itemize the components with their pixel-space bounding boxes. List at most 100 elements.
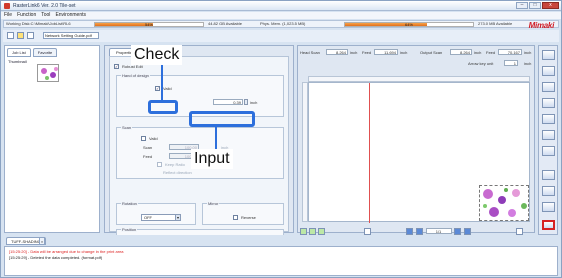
tool-layout-icon[interactable] [542, 98, 555, 108]
feed-size-label: Feed [362, 50, 372, 55]
arrow-key-label: Arrow key unit [468, 61, 494, 66]
scan-label: Scan [143, 145, 153, 150]
rotation-group-title: Rotation [121, 201, 138, 206]
vertical-toolbar [538, 45, 558, 235]
job-select[interactable]: Network Setting Guide.pdf [43, 32, 99, 39]
print-area-edge [369, 83, 370, 223]
minimize-button[interactable]: – [516, 2, 528, 9]
title-bar: RasterLink6 Ver. 2.0 Tile-set – □ x [1, 1, 561, 11]
check-connector [161, 65, 163, 101]
log-line: [15:25:29] - Deleted the data completed.… [9, 255, 103, 260]
fit-page-icon[interactable] [516, 228, 523, 235]
cursor-icon[interactable] [364, 228, 371, 235]
robust-edit-checkbox[interactable]: ✓ [114, 64, 119, 69]
preview-canvas[interactable] [308, 82, 530, 223]
menu-tool[interactable]: Tool [41, 12, 50, 19]
feed-size-unit: inch [400, 50, 408, 55]
arrow-key-value[interactable]: 1 [504, 60, 518, 66]
disk-progress-text: 54% [144, 22, 153, 27]
app-icon [4, 3, 10, 9]
menu-file[interactable]: File [4, 12, 12, 19]
preview-panel: Head Scan 8.264 inch Feed 11.694 inch Ou… [297, 45, 535, 235]
output-scan-value: 8.264 [450, 49, 472, 55]
tab-favorite[interactable]: Favorite [32, 48, 58, 57]
tool-rip-icon[interactable] [542, 170, 555, 180]
job-list-panel: Job List Favorite Thumbnail [4, 45, 100, 233]
width-stepper[interactable] [244, 99, 248, 105]
check-highlight [148, 100, 178, 114]
width-input[interactable]: 0.39 [213, 99, 243, 105]
floral-thumbnail-image [41, 67, 58, 80]
output-feed-value: 70.167 [498, 49, 522, 55]
thumbnail-label: Thumbnail [8, 59, 27, 64]
scan-valid-label: Valid [149, 136, 158, 141]
maximize-button[interactable]: □ [529, 2, 541, 9]
tool-delete-icon[interactable] [542, 220, 555, 230]
printer-tab-close-icon[interactable]: × [39, 237, 45, 245]
output-feed-unit: inch [524, 50, 532, 55]
output-scan-unit: inch [474, 50, 482, 55]
chevron-down-icon: ▾ [175, 215, 180, 220]
memory-available-label: 273.0 MB Available [478, 21, 513, 26]
reverse-checkbox[interactable] [233, 215, 238, 220]
printer-icon[interactable] [27, 32, 34, 39]
scan-group-title: Scan [121, 125, 133, 130]
menu-bar: File Function Tool Environments [1, 12, 561, 19]
output-feed-label: Feed [486, 50, 496, 55]
rotation-dropdown[interactable]: OFF ▾ [141, 214, 181, 221]
memory-progress-text: 64% [404, 22, 413, 27]
memory-progress-bar: 64% [344, 22, 474, 27]
input-highlight [189, 111, 255, 127]
tool-properties-icon[interactable] [542, 50, 555, 60]
app-window: RasterLink6 Ver. 2.0 Tile-set – □ x File… [0, 0, 562, 278]
zoom-out-icon[interactable] [309, 228, 316, 235]
status-strip: Working Disk:C:\Mimaki\JobList\RL6 54% 4… [3, 20, 559, 30]
rotation-value: OFF [144, 215, 152, 220]
disk-available-label: 44.82 GB Available [208, 21, 242, 26]
tool-scale-icon[interactable] [542, 82, 555, 92]
tab-job-list[interactable]: Job List [7, 48, 31, 57]
input-connector [215, 127, 217, 151]
zoom-in-icon[interactable] [300, 228, 307, 235]
first-page-icon[interactable] [406, 228, 413, 235]
zoom-controls [300, 228, 334, 235]
arrow-key-unit: inch [524, 61, 532, 66]
tool-list-icon[interactable] [542, 66, 555, 76]
back-icon[interactable] [7, 32, 14, 39]
feed-size-value: 11.694 [374, 49, 398, 55]
prev-page-icon[interactable] [416, 228, 423, 235]
job-thumbnail[interactable] [37, 64, 59, 82]
menu-function[interactable]: Function [17, 12, 36, 19]
keep-ratio-label: Keep Ratio [165, 162, 185, 167]
tool-print-icon[interactable] [542, 146, 555, 156]
input-callout-label: Input [191, 149, 233, 169]
floral-pattern-image [483, 188, 527, 217]
size-row: Head Scan 8.264 inch Feed 11.694 inch Ou… [300, 49, 534, 58]
reverse-label: Reverse [241, 215, 256, 220]
zoom-fit-icon[interactable] [318, 228, 325, 235]
page-indicator: 1/1 [426, 228, 452, 234]
position-group-title: Position [121, 227, 138, 232]
message-log: [15:25:20] - Data will be arranged due t… [4, 246, 558, 276]
working-disk-label: Working Disk:C:\Mimaki\JobList\RL6 [6, 21, 71, 26]
menu-environments[interactable]: Environments [55, 12, 86, 19]
valid-label: Valid [163, 86, 172, 91]
next-page-icon[interactable] [454, 228, 461, 235]
floral-image[interactable] [479, 185, 529, 221]
last-page-icon[interactable] [464, 228, 471, 235]
width-unit: inch [250, 100, 258, 105]
folder-icon[interactable] [17, 32, 24, 39]
output-scan-label: Output Scan [420, 50, 443, 55]
tool-color-icon[interactable] [542, 130, 555, 140]
scan-valid-checkbox[interactable] [141, 136, 146, 141]
close-button[interactable]: x [542, 2, 559, 9]
valid-checkbox[interactable]: ✓ [155, 86, 160, 91]
tool-settings-icon[interactable] [542, 114, 555, 124]
arrow-key-row: Arrow key unit 1 inch [300, 60, 534, 69]
head-scan-value: 8.264 [326, 49, 348, 55]
brand-logo: Mimaki [528, 21, 555, 30]
keep-ratio-checkbox[interactable] [157, 162, 162, 167]
head-scan-label: Head Scan [300, 50, 320, 55]
tool-cut-icon[interactable] [542, 186, 555, 196]
tool-job-icon[interactable] [542, 202, 555, 212]
